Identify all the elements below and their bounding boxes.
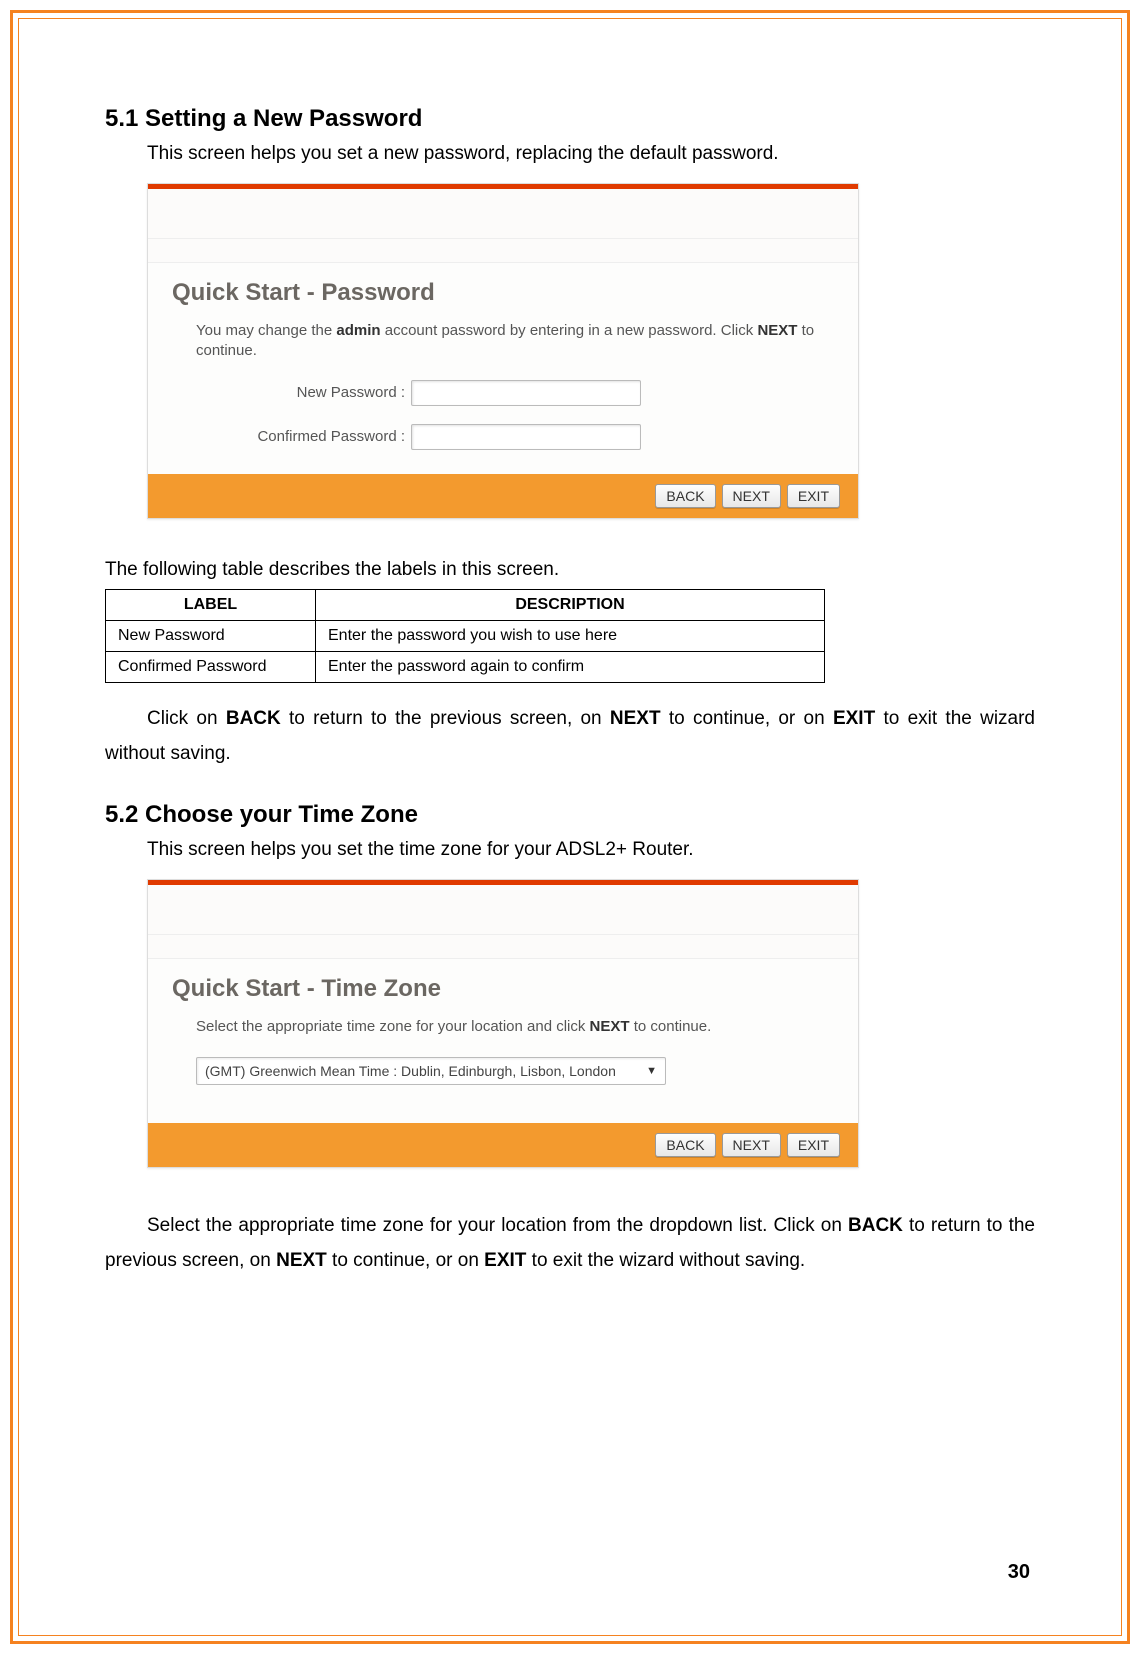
table-row: New Password Enter the password you wish… <box>106 620 825 651</box>
table-row: Confirmed Password Enter the password ag… <box>106 651 825 682</box>
chevron-down-icon: ▼ <box>646 1065 657 1077</box>
th-description: DESCRIPTION <box>316 589 825 620</box>
text: to continue, or on <box>327 1250 484 1271</box>
panel-body: Quick Start - Password You may change th… <box>148 263 858 474</box>
section-5-2-intro: This screen helps you set the time zone … <box>147 839 1035 861</box>
th-label: LABEL <box>106 589 316 620</box>
new-password-input[interactable] <box>411 380 641 406</box>
new-password-row: New Password : <box>196 380 834 406</box>
timezone-panel: Quick Start - Time Zone Select the appro… <box>147 879 859 1168</box>
panel-body: Quick Start - Time Zone Select the appro… <box>148 959 858 1123</box>
text: Click on <box>147 708 226 729</box>
panel-description: Select the appropriate time zone for you… <box>196 1017 834 1037</box>
text: to exit the wizard without saving. <box>526 1250 805 1271</box>
section-5-1-heading: 5.1 Setting a New Password <box>105 105 1035 133</box>
panel-spacer <box>148 239 858 263</box>
cell-description: Enter the password again to confirm <box>316 651 825 682</box>
text-bold: EXIT <box>833 708 875 729</box>
page-content: 5.1 Setting a New Password This screen h… <box>105 105 1035 1308</box>
text-bold: EXIT <box>484 1250 526 1271</box>
text-bold: admin <box>336 322 380 339</box>
panel-spacer <box>148 935 858 959</box>
text: to continue. <box>630 1018 712 1035</box>
text: account password by entering in a new pa… <box>381 322 758 339</box>
text: Select the appropriate time zone for you… <box>147 1215 848 1236</box>
cell-description: Enter the password you wish to use here <box>316 620 825 651</box>
confirm-password-row: Confirmed Password : <box>196 424 834 450</box>
text: Select the appropriate time zone for you… <box>196 1018 590 1035</box>
panel-title: Quick Start - Time Zone <box>172 975 834 1003</box>
text-bold: NEXT <box>276 1250 327 1271</box>
text: to continue, or on <box>661 708 833 729</box>
section-5-1-post-text: Click on BACK to return to the previous … <box>105 701 1035 771</box>
text: to return to the previous screen, on <box>281 708 610 729</box>
text-bold: NEXT <box>757 322 797 339</box>
section-5-2-heading: 5.2 Choose your Time Zone <box>105 801 1035 829</box>
section-5-1-intro: This screen helps you set a new password… <box>147 143 1035 165</box>
panel-spacer <box>148 885 858 935</box>
table-intro-text: The following table describes the labels… <box>105 559 1035 581</box>
timezone-select[interactable]: (GMT) Greenwich Mean Time : Dublin, Edin… <box>196 1057 666 1085</box>
panel-title: Quick Start - Password <box>172 279 834 307</box>
confirm-password-label: Confirmed Password : <box>196 428 411 445</box>
cell-label: New Password <box>106 620 316 651</box>
back-button[interactable]: BACK <box>655 1133 715 1157</box>
panel-description: You may change the admin account passwor… <box>196 321 834 362</box>
cell-label: Confirmed Password <box>106 651 316 682</box>
text: You may change the <box>196 322 336 339</box>
text-bold: BACK <box>848 1215 903 1236</box>
exit-button[interactable]: EXIT <box>787 1133 840 1157</box>
label-description-table: LABEL DESCRIPTION New Password Enter the… <box>105 589 825 683</box>
password-panel: Quick Start - Password You may change th… <box>147 183 859 519</box>
panel-footer: BACK NEXT EXIT <box>148 474 858 518</box>
text-bold: NEXT <box>610 708 661 729</box>
back-button[interactable]: BACK <box>655 484 715 508</box>
section-5-2-post-text: Select the appropriate time zone for you… <box>105 1208 1035 1278</box>
confirm-password-input[interactable] <box>411 424 641 450</box>
next-button[interactable]: NEXT <box>722 484 781 508</box>
table-header-row: LABEL DESCRIPTION <box>106 589 825 620</box>
panel-footer: BACK NEXT EXIT <box>148 1123 858 1167</box>
timezone-select-value: (GMT) Greenwich Mean Time : Dublin, Edin… <box>205 1063 616 1079</box>
text-bold: BACK <box>226 708 281 729</box>
text-bold: NEXT <box>590 1018 630 1035</box>
panel-spacer <box>148 189 858 239</box>
page-number: 30 <box>1008 1561 1030 1584</box>
new-password-label: New Password : <box>196 384 411 401</box>
next-button[interactable]: NEXT <box>722 1133 781 1157</box>
exit-button[interactable]: EXIT <box>787 484 840 508</box>
